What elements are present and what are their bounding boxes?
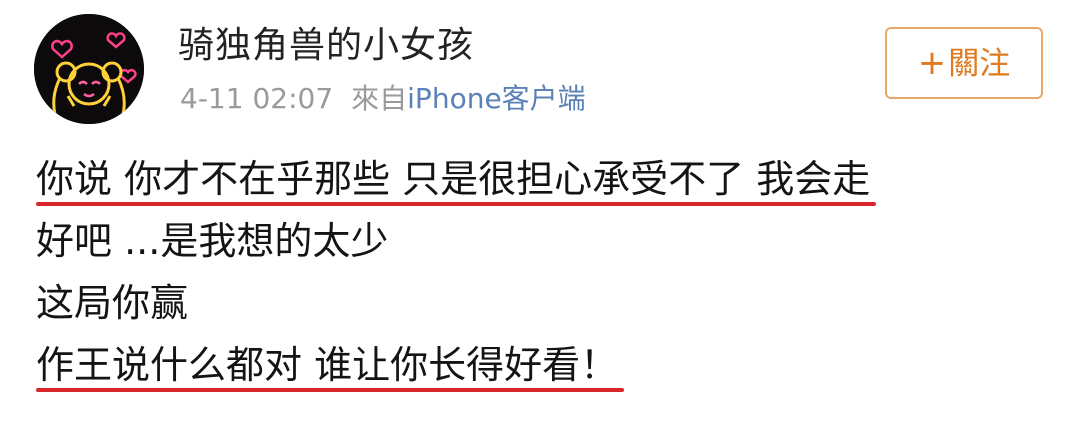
post-line-3-text: 这局你赢 bbox=[36, 281, 189, 325]
avatar[interactable] bbox=[34, 14, 144, 124]
weibo-post: 骑独角兽的小女孩 4-11 02:07 來自iPhone客户端 +關注 你说 你才… bbox=[0, 0, 1080, 422]
source-label: 來自 bbox=[351, 82, 408, 115]
plus-icon: + bbox=[917, 43, 947, 83]
post-meta: 4-11 02:07 來自iPhone客户端 bbox=[180, 80, 586, 118]
avatar-image bbox=[34, 14, 144, 124]
follow-button[interactable]: +關注 bbox=[885, 27, 1043, 99]
follow-button-label: 關注 bbox=[948, 46, 1011, 82]
post-line-4-text: 作王说什么都对 谁让你长得好看！ bbox=[36, 334, 625, 396]
post-time: 4-11 02:07 bbox=[180, 82, 334, 115]
post-line-1-text: 你说 你才不在乎那些 只是很担心承受不了 我会走 bbox=[36, 148, 877, 210]
username[interactable]: 骑独角兽的小女孩 bbox=[178, 22, 474, 70]
post-line-3: 这局你赢 bbox=[36, 272, 870, 334]
source-device-link[interactable]: iPhone客户端 bbox=[407, 82, 586, 115]
post-line-1: 你说 你才不在乎那些 只是很担心承受不了 我会走 bbox=[36, 148, 877, 210]
post-line-2-text: 好吧 ...是我想的太少 bbox=[36, 219, 389, 263]
post-line-4: 作王说什么都对 谁让你长得好看！ bbox=[36, 334, 870, 396]
post-content: 你说 你才不在乎那些 只是很担心承受不了 我会走 好吧 ...是我想的太少 这局… bbox=[36, 148, 877, 396]
post-line-2: 好吧 ...是我想的太少 bbox=[36, 210, 870, 272]
